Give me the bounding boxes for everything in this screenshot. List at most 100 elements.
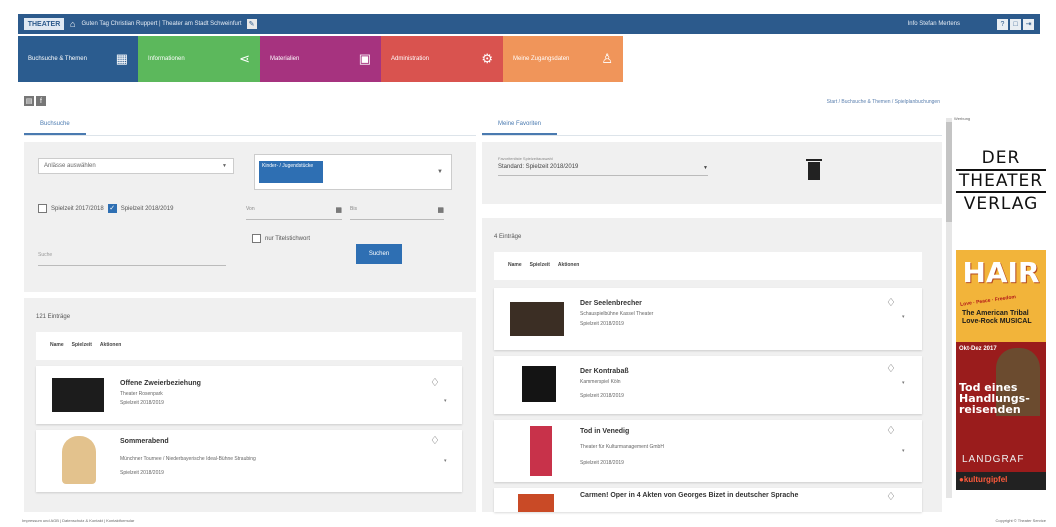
header-actions: Aktionen <box>557 262 580 268</box>
category-chip[interactable]: Kinder- / Jugendstücke <box>259 161 323 183</box>
hair-ad-tagline: Love · Peace · Freedom <box>959 294 1017 308</box>
search-panel: Buchsuche Anlässe auswählen ▼ Kinder- / … <box>24 112 476 512</box>
tab-divider <box>24 135 476 136</box>
favorite-diamond-icon[interactable]: ♢ <box>886 362 896 375</box>
production-thumbnail <box>522 366 556 402</box>
list-item[interactable]: Der Seelenbrecher Schauspielbühne Kassel… <box>494 288 922 350</box>
chevron-down-icon[interactable]: ▾ <box>444 398 447 404</box>
filter-box: Anlässe auswählen ▼ Kinder- / Jugendstüc… <box>24 142 476 292</box>
top-breadcrumb: Guten Tag Christian Ruppert | Theater am… <box>81 21 242 27</box>
results-box: 121 Einträge Name Spielzeit Aktionen Off… <box>24 298 476 512</box>
hair-ad-subtitle: The American Tribal Love-Rock MUSICAL <box>962 310 1032 325</box>
favorites-select-value: Standard: Spielzeit 2018/2019 <box>498 164 579 170</box>
production-title[interactable]: Der Kontrabaß <box>580 368 629 375</box>
tile-informationen[interactable]: Informationen ⋖ <box>138 36 260 82</box>
user-icon: ♙ <box>601 51 613 66</box>
production-company: Kammerspiel Köln <box>580 379 621 385</box>
list-item[interactable]: Tod in Venedig Theater für Kulturmanagem… <box>494 420 922 482</box>
production-thumbnail <box>530 426 552 476</box>
header-name[interactable]: Name <box>50 342 64 350</box>
select-value: Anlässe auswählen <box>44 163 96 169</box>
gear-icon: ⚙ <box>481 51 493 66</box>
app-logo[interactable]: THEATER <box>24 18 64 30</box>
kultur-ad-banner[interactable]: ●kulturgipfel <box>956 472 1046 490</box>
date-to-label: Bis <box>350 206 357 212</box>
hair-ad-banner[interactable]: HAIR Love · Peace · Freedom The American… <box>956 250 1046 342</box>
chevron-down-icon[interactable]: ▾ <box>444 458 447 464</box>
tile-administration[interactable]: Administration ⚙ <box>381 36 503 82</box>
list-item[interactable]: Carmen! Oper in 4 Akten von Georges Bize… <box>494 488 922 512</box>
breadcrumb[interactable]: Start / Buchsuche & Themen / Spielplanbu… <box>827 99 940 105</box>
chevron-down-icon[interactable]: ▾ <box>902 380 905 386</box>
favorite-diamond-icon[interactable]: ♢ <box>886 424 896 437</box>
date-to-field[interactable]: Bis ▦ <box>350 206 444 220</box>
production-season: Spielzeit 2018/2019 <box>120 400 164 406</box>
logout-icon[interactable]: ⇥ <box>1023 18 1034 30</box>
production-thumbnail <box>52 378 104 412</box>
production-title[interactable]: Tod in Venedig <box>580 428 629 435</box>
edit-icon[interactable]: ✎ <box>246 19 257 29</box>
production-title[interactable]: Offene Zweierbeziehung <box>120 380 201 387</box>
keyword-only-label: nur Titelstichwort <box>265 235 311 242</box>
search-input[interactable]: Suche <box>38 252 226 266</box>
scrollbar[interactable] <box>946 118 952 498</box>
production-title[interactable]: Der Seelenbrecher <box>580 300 642 307</box>
print-icon[interactable]: ▤ <box>24 96 34 106</box>
ad-sidebar: Werbung DER THEATER VERLAG HAIR Love · P… <box>946 112 1046 512</box>
list-item[interactable]: Der Kontrabaß Kammerspiel Köln Spielzeit… <box>494 356 922 414</box>
tab-buchsuche[interactable]: Buchsuche <box>24 113 86 135</box>
result-count: 121 Einträge <box>36 314 71 320</box>
tod-ad-banner[interactable]: Okt-Dez 2017 Tod eines Handlungs-reisend… <box>956 342 1046 472</box>
top-bar: THEATER ⌂ Guten Tag Christian Ruppert | … <box>18 14 1040 34</box>
favorites-select[interactable]: Standard: Spielzeit 2018/2019 ▼ <box>498 164 708 176</box>
window-icon[interactable]: □ <box>1010 18 1021 30</box>
tile-materialien[interactable]: Materialien ▣ <box>260 36 381 82</box>
header-season[interactable]: Spielzeit <box>72 342 92 350</box>
favorites-results: 4 Einträge Name Spielzeit Aktionen Der S… <box>482 218 942 512</box>
search-button[interactable]: Suchen <box>356 244 402 264</box>
home-icon[interactable]: ⌂ <box>70 19 75 29</box>
season-label-1: Spielzeit 2017/2018 <box>51 205 104 212</box>
production-thumbnail <box>62 436 96 484</box>
keyword-only-checkbox[interactable] <box>252 234 261 243</box>
season-checkbox-1[interactable] <box>38 204 47 213</box>
favorite-diamond-icon[interactable]: ♢ <box>430 376 440 389</box>
result-count: 4 Einträge <box>494 234 522 240</box>
production-title[interactable]: Sommerabend <box>120 438 169 445</box>
production-thumbnail <box>518 494 554 512</box>
tile-zugangsdaten[interactable]: Meine Zugangsdaten ♙ <box>503 36 623 82</box>
trash-icon[interactable] <box>806 159 822 180</box>
tile-label: Buchsuche & Themen <box>28 56 87 62</box>
tab-favoriten[interactable]: Meine Favoriten <box>482 113 558 135</box>
tab-divider <box>482 135 942 136</box>
favorite-diamond-icon[interactable]: ♢ <box>430 434 440 447</box>
theaterverlag-logo[interactable]: DER THEATER VERLAG <box>956 148 1046 214</box>
share-icon[interactable]: f <box>36 96 46 106</box>
production-company: Münchner Tournee / Niederbayerische Idea… <box>120 456 256 462</box>
header-name[interactable]: Name <box>508 262 522 270</box>
list-item[interactable]: Offene Zweierbeziehung Theater Rosenpark… <box>36 366 462 424</box>
favorite-diamond-icon[interactable]: ♢ <box>886 296 896 309</box>
user-name[interactable]: Info Stefan Mertens <box>908 21 960 27</box>
production-company: Theater Rosenpark <box>120 391 163 397</box>
footer-links[interactable]: Impressum und AGB | Datenschutz & Kontak… <box>22 518 134 523</box>
production-season: Spielzeit 2018/2019 <box>120 470 164 476</box>
scrollbar-thumb[interactable] <box>946 122 952 222</box>
results-header: Name Spielzeit Aktionen <box>36 332 462 360</box>
header-season[interactable]: Spielzeit <box>530 262 550 270</box>
calendar-icon[interactable]: ▦ <box>437 206 444 214</box>
chevron-down-icon[interactable]: ▾ <box>902 314 905 320</box>
calendar-icon[interactable]: ▦ <box>335 206 342 214</box>
favorite-diamond-icon[interactable]: ♢ <box>886 490 896 503</box>
tile-label: Administration <box>391 56 430 62</box>
list-item[interactable]: Sommerabend Münchner Tournee / Niederbay… <box>36 430 462 492</box>
occasion-select[interactable]: Anlässe auswählen ▼ <box>38 158 234 174</box>
chevron-down-icon[interactable]: ▾ <box>902 448 905 454</box>
help-icon[interactable]: ? <box>997 18 1008 30</box>
top-icon-group: ? □ ⇥ <box>997 18 1034 30</box>
tile-buchsuche[interactable]: Buchsuche & Themen ▦ <box>18 36 138 82</box>
production-title[interactable]: Carmen! Oper in 4 Akten von Georges Bize… <box>580 492 798 499</box>
date-from-field[interactable]: Von ▦ <box>246 206 342 220</box>
category-multiselect[interactable]: Kinder- / Jugendstücke ▼ <box>254 154 452 190</box>
season-checkbox-2[interactable]: ✓ <box>107 204 117 213</box>
